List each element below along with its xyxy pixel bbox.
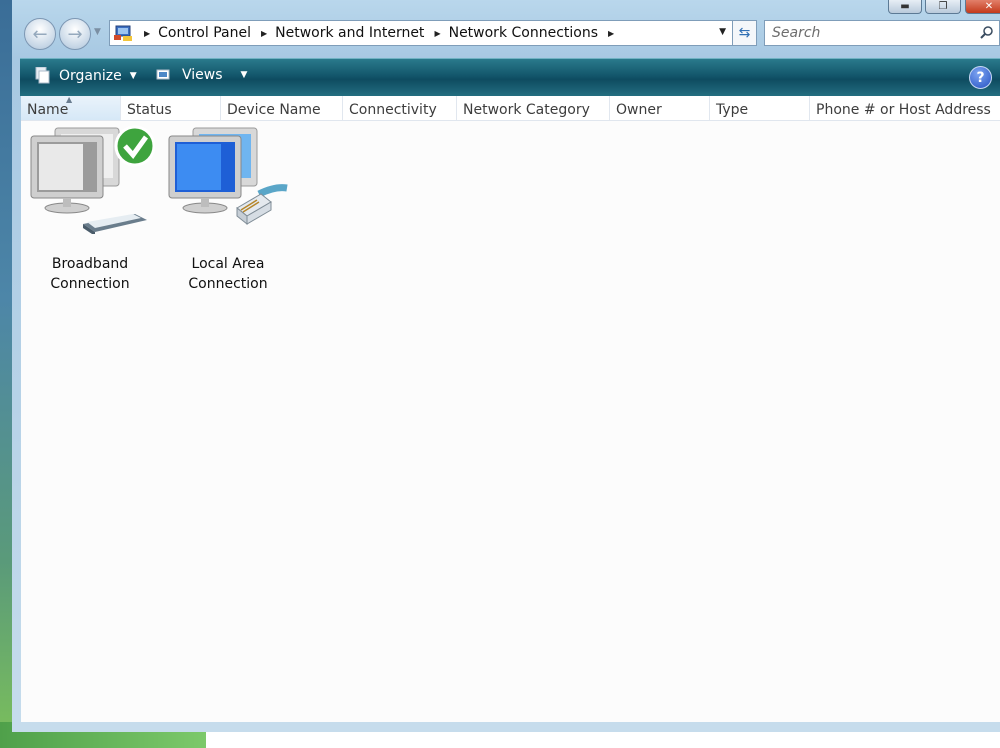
breadcrumb-control-panel[interactable]: Control Panel	[158, 25, 251, 41]
refresh-icon: ⇆	[738, 25, 751, 41]
command-bar: Organize ▼ Views ▼ ?	[20, 58, 1000, 96]
help-button[interactable]: ?	[969, 66, 992, 89]
arrow-left-icon: ←	[32, 23, 48, 45]
close-button[interactable]: ✕	[965, 0, 1000, 14]
file-list-pane[interactable]: ▲ Name Status Device Name Connectivity N…	[21, 96, 1000, 722]
column-header-network-category[interactable]: Network Category	[457, 96, 610, 120]
column-header-type[interactable]: Type	[710, 96, 810, 120]
minimize-button[interactable]: ▬	[888, 0, 922, 14]
column-header-status[interactable]: Status	[121, 96, 221, 120]
organize-label: Organize	[59, 68, 122, 84]
column-header-phone-or-host-address[interactable]: Phone # or Host Address	[810, 96, 1000, 120]
connection-item-label: Broadband Connection	[50, 256, 130, 292]
chevron-down-icon: ▼	[240, 70, 248, 80]
back-button[interactable]: ←	[24, 18, 56, 50]
control-panel-icon	[114, 24, 134, 42]
breadcrumb-separator-icon[interactable]: ▶	[261, 29, 267, 38]
views-icon	[156, 69, 170, 80]
organize-button[interactable]: Organize ▼	[34, 67, 137, 85]
views-label: Views	[182, 67, 223, 83]
breadcrumb-network-and-internet[interactable]: Network and Internet	[275, 25, 424, 41]
local-area-connection-icon	[168, 127, 288, 226]
address-history-dropdown[interactable]: ▼	[719, 27, 726, 37]
organize-icon	[35, 67, 50, 84]
connection-item-local-area[interactable]: Local Area Connection	[159, 124, 297, 294]
broadband-connection-icon	[30, 125, 155, 234]
breadcrumb-separator-icon[interactable]: ▶	[434, 29, 440, 38]
column-header-device-name[interactable]: Device Name	[221, 96, 343, 120]
explorer-window: ▬ ❐ ✕ ← → ▼ ▶ Control Panel ▶ Network an…	[12, 0, 1000, 732]
arrow-right-icon: →	[67, 23, 83, 45]
search-input[interactable]	[770, 24, 970, 42]
connection-item-broadband[interactable]: Broadband Connection	[21, 124, 159, 294]
column-header-owner[interactable]: Owner	[610, 96, 710, 120]
refresh-button[interactable]: ⇆	[733, 20, 757, 46]
connection-item-label: Local Area Connection	[188, 256, 268, 292]
search-icon[interactable]	[980, 26, 993, 39]
views-button[interactable]: Views ▼	[156, 67, 247, 83]
column-header-name[interactable]: ▲ Name	[21, 96, 121, 120]
help-icon: ?	[976, 69, 985, 86]
address-bar[interactable]: ▶ Control Panel ▶ Network and Internet ▶…	[109, 20, 733, 46]
sort-ascending-icon: ▲	[66, 96, 73, 104]
forward-button[interactable]: →	[59, 18, 91, 50]
desktop-background	[0, 0, 12, 748]
chevron-down-icon: ▼	[129, 71, 137, 81]
search-box	[764, 20, 1000, 46]
maximize-button[interactable]: ❐	[925, 0, 961, 14]
column-headers: ▲ Name Status Device Name Connectivity N…	[21, 96, 1000, 121]
breadcrumb-separator-icon[interactable]: ▶	[144, 29, 150, 38]
breadcrumb-network-connections[interactable]: Network Connections	[449, 25, 598, 41]
breadcrumb-separator-icon[interactable]: ▶	[608, 29, 614, 38]
recent-pages-dropdown[interactable]: ▼	[94, 27, 101, 37]
column-header-connectivity[interactable]: Connectivity	[343, 96, 457, 120]
